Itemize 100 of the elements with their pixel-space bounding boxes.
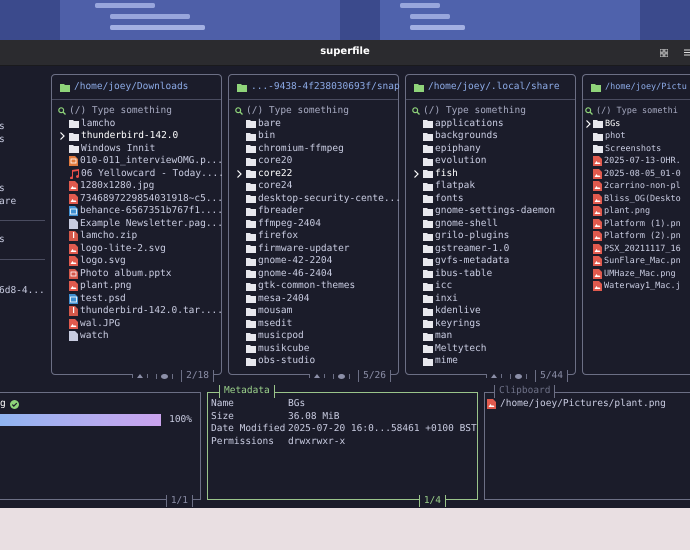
file-item[interactable]: lamcho.zip	[58, 230, 221, 242]
file-item[interactable]: test.psd	[58, 292, 221, 305]
image-file-icon	[593, 281, 602, 292]
file-item[interactable]: thunderbird-142.0	[58, 130, 221, 142]
file-item[interactable]: musikcube	[235, 342, 398, 355]
file-item[interactable]: chromium-ffmpeg	[235, 142, 398, 155]
file-item[interactable]: thunderbird-142.0.tar....	[58, 305, 221, 318]
file-item[interactable]: musicpod	[235, 330, 398, 342]
file-item[interactable]: 7346897229854031918~c5...	[58, 192, 221, 205]
metadata-value: 2025-07-20 16:0...58461 +0100 BST	[288, 423, 477, 436]
file-item[interactable]: logo.svg	[58, 255, 221, 268]
file-item[interactable]: PSX_20211117_16	[585, 242, 690, 255]
sidebar-item[interactable]: s	[0, 121, 45, 134]
file-item[interactable]: firefox	[235, 230, 398, 242]
file-item[interactable]: inxi	[412, 292, 575, 305]
file-icon	[69, 331, 78, 342]
file-item[interactable]: fonts	[412, 192, 575, 205]
file-icon	[69, 218, 78, 229]
file-item[interactable]: 2carrino-non-pl	[585, 180, 690, 192]
file-item[interactable]: gstreamer-1.0	[412, 242, 575, 255]
file-item[interactable]: Example Newsletter.pag...	[58, 218, 221, 230]
file-item[interactable]: epiphany	[412, 142, 575, 155]
file-item[interactable]: core20	[235, 155, 398, 168]
metadata-label: Permissions	[211, 436, 275, 448]
image-file-icon	[487, 399, 496, 410]
folder-path: /home/joey/.local/share	[428, 80, 560, 94]
file-item[interactable]: gvfs-metadata	[412, 255, 575, 268]
folder-path: /home/joey/Pictu	[605, 80, 687, 94]
file-item[interactable]: core22	[235, 168, 398, 180]
file-item[interactable]: Platform (2).pn	[585, 230, 690, 242]
file-item[interactable]: grilo-plugins	[412, 230, 575, 242]
search-field[interactable]: (/) Type somethi	[596, 105, 690, 118]
file-item[interactable]: bare	[235, 118, 398, 130]
page-counter: 5/26	[358, 370, 391, 382]
file-item[interactable]: bin	[235, 130, 398, 142]
file-item[interactable]: gnome-42-2204	[235, 255, 398, 268]
file-item[interactable]: Windows Innit	[58, 142, 221, 155]
metadata-label: Date Modified	[211, 423, 286, 436]
file-item[interactable]: lamcho	[58, 118, 221, 130]
menu-icon[interactable]	[684, 49, 690, 56]
file-item[interactable]: applications	[412, 118, 575, 130]
image-file-icon	[593, 218, 602, 229]
chevron-right-icon	[60, 132, 65, 140]
file-item[interactable]: SunFlare_Mac.pn	[585, 255, 690, 268]
file-item[interactable]: gtk-common-themes	[235, 280, 398, 292]
file-item[interactable]: gnome-46-2404	[235, 268, 398, 280]
metadata-value: 36.08 MiB	[288, 410, 340, 423]
file-item[interactable]: fish	[412, 168, 575, 180]
grid-icon[interactable]	[660, 48, 668, 56]
file-item[interactable]: logo-lite-2.svg	[58, 242, 221, 255]
file-item[interactable]: keyrings	[412, 318, 575, 330]
image-file-icon	[69, 294, 78, 304]
file-item[interactable]: mousam	[235, 305, 398, 318]
file-item[interactable]: flatpak	[412, 180, 575, 192]
file-item[interactable]: gnome-settings-daemon	[412, 205, 575, 218]
search-field[interactable]: (/) Type something	[69, 105, 219, 118]
file-item[interactable]: 1280x1280.jpg	[58, 180, 221, 192]
sidebar-item[interactable]: s	[0, 134, 45, 146]
file-item[interactable]: mime	[412, 355, 575, 368]
file-item[interactable]: kdenlive	[412, 305, 575, 318]
file-item[interactable]: 2025-08-05_01-0	[585, 168, 690, 180]
file-item[interactable]: 010-011_interviewOMG.p...	[58, 155, 221, 168]
file-item[interactable]: gnome-shell	[412, 218, 575, 230]
search-field[interactable]: (/) Type something	[246, 105, 396, 118]
file-item[interactable]: man	[412, 330, 575, 342]
file-item[interactable]: Platform (1).pn	[585, 218, 690, 230]
file-item[interactable]: plant.png	[58, 280, 221, 292]
file-item[interactable]: UMHaze_Mac.png	[585, 268, 690, 280]
file-item[interactable]: watch	[58, 330, 221, 342]
file-item[interactable]: obs-studio	[235, 355, 398, 368]
file-item[interactable]: BGs	[585, 118, 690, 130]
file-item[interactable]: 2025-07-13-OHR.	[585, 155, 690, 168]
image-file-icon	[69, 244, 78, 254]
file-item[interactable]: desktop-security-cente...	[235, 192, 398, 205]
file-item[interactable]: firmware-updater	[235, 242, 398, 255]
image-file-icon	[69, 281, 78, 292]
file-item[interactable]: fbreader	[235, 205, 398, 218]
file-item[interactable]: Waterway1_Mac.j	[585, 280, 690, 292]
file-item[interactable]: Meltytech	[412, 342, 575, 355]
page-counter: 1/4	[418, 494, 446, 507]
sidebar-item[interactable]: s	[0, 183, 45, 196]
file-item[interactable]: Screenshots	[585, 142, 690, 155]
file-item[interactable]: evolution	[412, 155, 575, 168]
file-item[interactable]: wal.JPG	[58, 318, 221, 330]
file-item[interactable]: Photo album.pptx	[58, 268, 221, 280]
file-item[interactable]: backgrounds	[412, 130, 575, 142]
file-item[interactable]: mesa-2404	[235, 292, 398, 305]
file-item[interactable]: core24	[235, 180, 398, 192]
file-item[interactable]: Bliss_OG(Deskto	[585, 192, 690, 205]
file-item[interactable]: plant.png	[585, 205, 690, 218]
file-item[interactable]: phot	[585, 130, 690, 142]
sort-icon	[314, 374, 320, 378]
file-item[interactable]: ibus-table	[412, 268, 575, 280]
file-item[interactable]: msedit	[235, 318, 398, 330]
file-item[interactable]: 06 Yellowcard - Today....	[58, 168, 221, 180]
search-field[interactable]: (/) Type something	[423, 105, 573, 118]
sidebar-item[interactable]: s	[0, 234, 45, 246]
file-item[interactable]: icc	[412, 280, 575, 292]
file-item[interactable]: ffmpeg-2404	[235, 218, 398, 230]
file-item[interactable]: behance-6567351b767f1....	[58, 205, 221, 218]
